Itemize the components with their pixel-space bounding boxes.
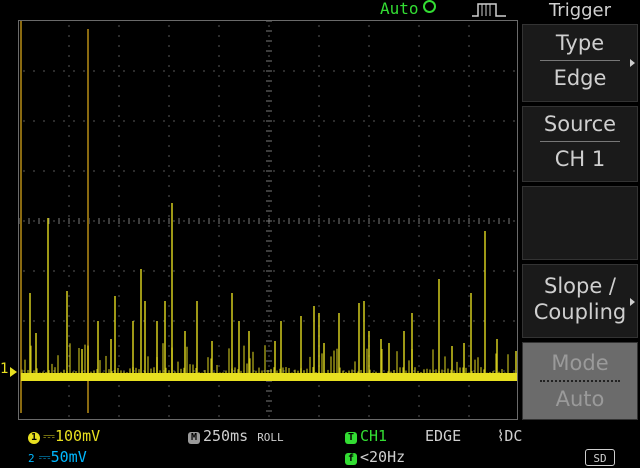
frequency-value: <20Hz	[360, 448, 406, 466]
frequency-readout: f <20Hz	[345, 448, 405, 466]
ch1-scale-value: 100mV	[54, 427, 101, 445]
dc-coupling-icon: ⎓	[43, 427, 55, 445]
trigger-coupling-value: DC	[504, 427, 523, 445]
type-value: Edge	[553, 66, 607, 90]
trigger-mode-button[interactable]: Mode Auto	[522, 342, 638, 420]
trigger-status: Auto	[380, 0, 436, 18]
trigger-type-readout: EDGE	[425, 427, 462, 445]
ch1-badge: 1	[28, 432, 40, 444]
trigger-source-button[interactable]: Source CH 1	[522, 106, 638, 182]
circle-icon	[422, 0, 436, 13]
trigger-coupling-readout: ⌇DC	[497, 427, 522, 445]
trigger-type-button[interactable]: Type Edge	[522, 24, 638, 102]
trigger-badge: T	[345, 432, 357, 444]
waveform-baseline	[21, 373, 517, 381]
divider	[540, 60, 620, 61]
trigger-source-value: CH1	[360, 427, 388, 445]
chevron-right-icon	[630, 298, 635, 306]
acquisition-mode: ROLL	[257, 431, 284, 444]
dc-coupling-icon: ⎓	[38, 448, 51, 466]
source-value: CH 1	[554, 147, 606, 171]
sd-card-icon: SD	[585, 449, 615, 466]
slope-coupling-button[interactable]: Slope / Coupling	[522, 264, 638, 338]
timebase-value: 250ms	[203, 427, 249, 445]
frequency-badge: f	[345, 453, 357, 465]
trigger-status-label: Auto	[380, 0, 419, 18]
chevron-right-icon	[630, 59, 635, 67]
divider	[540, 380, 620, 382]
divider	[540, 141, 620, 142]
pulse-icon	[472, 3, 506, 17]
top-status-bar: Auto	[0, 0, 520, 20]
mode-value: Auto	[555, 387, 605, 411]
empty-menu-slot[interactable]	[522, 186, 638, 260]
ch2-scale[interactable]: 2 ⎓50mV	[28, 448, 87, 466]
waveform-display[interactable]	[18, 20, 518, 420]
type-label: Type	[555, 31, 605, 55]
menu-title: Trigger	[548, 0, 612, 21]
ch2-badge: 2	[28, 452, 35, 465]
source-label: Source	[543, 112, 617, 136]
trigger-source-readout[interactable]: T CH1	[345, 427, 387, 445]
ch1-scale[interactable]: 1 ⎓100mV	[28, 427, 100, 445]
mode-label: Mode	[551, 351, 609, 375]
ch2-scale-value: 50mV	[50, 448, 87, 466]
bottom-status-bar: 1 ⎓100mV 2 ⎓50mV M 250ms ROLL T CH1 EDGE ⌇DC…	[0, 424, 640, 468]
timebase[interactable]: M 250ms ROLL	[188, 427, 284, 445]
ch1-waveform	[20, 21, 517, 413]
trigger-menu: Trigger Type Edge Source CH 1 Slope / Co…	[520, 0, 640, 468]
slope-label: Slope /	[543, 274, 616, 298]
timebase-badge: M	[188, 432, 200, 444]
coupling-label: Coupling	[533, 300, 627, 324]
ch1-ground-marker[interactable]: 1	[0, 361, 18, 377]
